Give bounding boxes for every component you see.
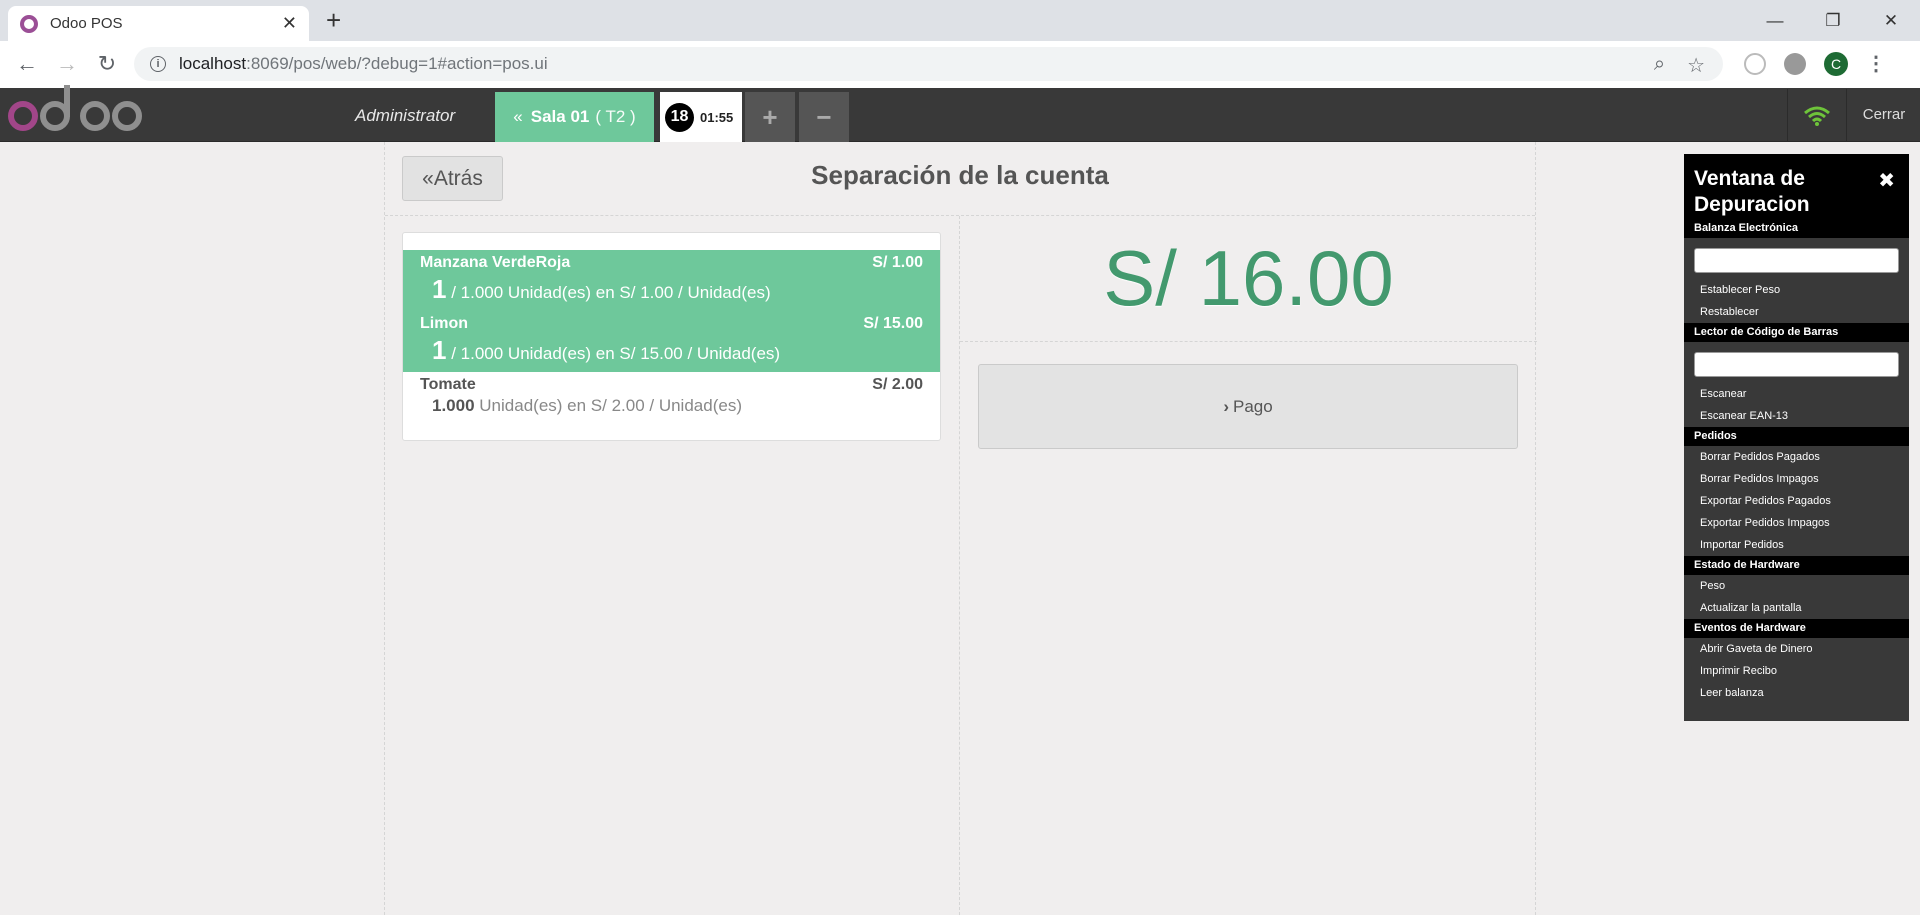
wifi-icon xyxy=(1804,106,1830,126)
split-bill-screen: « Atrás Separación de la cuenta Manzana … xyxy=(384,142,1537,915)
pos-header: Administrator « Sala 01 ( T2 ) 18 01:55 … xyxy=(0,85,1920,142)
selected-quantity: 1 xyxy=(432,274,447,304)
url-host: localhost xyxy=(179,54,247,73)
browser-tabstrip: Odoo POS ✕ + — ❐ ✕ xyxy=(0,0,1920,41)
barcode-input[interactable] xyxy=(1694,352,1899,377)
line-info: / 1.000 Unidad(es) en S/ 1.00 / Unidad(e… xyxy=(451,283,771,302)
close-pos-button[interactable]: Cerrar xyxy=(1848,106,1920,123)
profile-avatar[interactable]: C xyxy=(1824,51,1848,76)
weight-status-button[interactable]: Peso xyxy=(1684,575,1909,597)
split-total: S/ 16.00 xyxy=(960,216,1537,342)
chevron-right-icon: › xyxy=(1223,396,1229,416)
debug-category-hw-status: Estado de Hardware xyxy=(1684,556,1909,575)
new-tab-icon[interactable]: + xyxy=(326,7,341,33)
reload-icon[interactable]: ↻ xyxy=(93,50,121,78)
pay-label: Pago xyxy=(1232,396,1273,416)
close-window-icon[interactable]: ✕ xyxy=(1862,0,1920,41)
export-paid-orders-button[interactable]: Exportar Pedidos Pagados xyxy=(1684,490,1909,512)
orderlines-pane: Manzana VerdeRoja S/ 1.00 1 / 1.000 Unid… xyxy=(385,216,960,915)
menu-kebab-icon[interactable]: ⋮ xyxy=(1866,51,1886,76)
forward-arrow-icon[interactable]: → xyxy=(53,50,81,78)
minus-icon: − xyxy=(816,101,832,132)
read-scale-button[interactable]: Leer balanza xyxy=(1684,682,1909,704)
browser-toolbar: ← → ↻ i localhost:8069/pos/web/?debug=1#… xyxy=(0,41,1920,88)
line-info: / 1.000 Unidad(es) en S/ 15.00 / Unidad(… xyxy=(451,344,781,363)
pay-button[interactable]: › Pago xyxy=(978,364,1518,449)
close-tab-icon[interactable]: ✕ xyxy=(282,13,297,34)
import-orders-button[interactable]: Importar Pedidos xyxy=(1684,534,1909,556)
debug-category-hw-events: Eventos de Hardware xyxy=(1684,619,1909,638)
reset-weight-button[interactable]: Restablecer xyxy=(1684,301,1909,323)
debug-title: Ventana de Depuracion xyxy=(1684,154,1909,222)
product-name: Limon xyxy=(420,315,468,332)
scan-ean13-button[interactable]: Escanear EAN-13 xyxy=(1684,405,1909,427)
debug-category-barcode: Lector de Código de Barras xyxy=(1684,323,1909,342)
order-time: 01:55 xyxy=(700,109,734,125)
url-path: :8069/pos/web/?debug=1#action=pos.ui xyxy=(246,54,548,73)
line-quantity: 1.000 xyxy=(432,396,475,415)
plus-icon: + xyxy=(762,101,778,132)
set-weight-button[interactable]: Establecer Peso xyxy=(1684,279,1909,301)
floor-back-button[interactable]: « Sala 01 ( T2 ) xyxy=(495,92,654,142)
page-title: Separación de la cuenta xyxy=(811,160,1109,190)
odoo-favicon-icon xyxy=(20,14,38,33)
delete-unpaid-orders-button[interactable]: Borrar Pedidos Impagos xyxy=(1684,468,1909,490)
tab-title: Odoo POS xyxy=(50,15,123,32)
debug-window: Ventana de Depuracion ✖ Balanza Electrón… xyxy=(1684,154,1909,721)
wifi-status[interactable] xyxy=(1787,89,1847,142)
floor-name: Sala 01 xyxy=(530,107,590,126)
line-price: S/ 2.00 xyxy=(872,376,923,393)
browser-tab[interactable]: Odoo POS ✕ xyxy=(8,6,309,41)
extension-icon[interactable] xyxy=(1744,52,1766,75)
username[interactable]: Administrator xyxy=(355,106,455,126)
print-receipt-button[interactable]: Imprimir Recibo xyxy=(1684,660,1909,682)
close-debug-icon[interactable]: ✖ xyxy=(1878,168,1895,193)
window-controls: — ❐ ✕ xyxy=(1746,0,1920,41)
table-name: ( T2 ) xyxy=(595,107,636,126)
scan-button[interactable]: Escanear xyxy=(1684,383,1909,405)
line-info: Unidad(es) en S/ 2.00 / Unidad(es) xyxy=(479,396,742,415)
orderlines-list: Manzana VerdeRoja S/ 1.00 1 / 1.000 Unid… xyxy=(402,232,941,441)
selected-quantity: 1 xyxy=(432,335,447,365)
line-price: S/ 1.00 xyxy=(872,254,923,271)
minimize-icon[interactable]: — xyxy=(1746,0,1804,41)
export-unpaid-orders-button[interactable]: Exportar Pedidos Impagos xyxy=(1684,512,1909,534)
order-tab[interactable]: 18 01:55 xyxy=(660,92,742,142)
screen-top: « Atrás Separación de la cuenta xyxy=(385,142,1535,216)
order-sequence: 18 xyxy=(665,102,694,132)
delete-order-button[interactable]: − xyxy=(799,92,849,142)
product-name: Manzana VerdeRoja xyxy=(420,254,571,271)
info-icon[interactable]: i xyxy=(150,56,166,72)
delete-paid-orders-button[interactable]: Borrar Pedidos Pagados xyxy=(1684,446,1909,468)
restore-icon[interactable]: ❐ xyxy=(1804,0,1862,41)
orderline[interactable]: Manzana VerdeRoja S/ 1.00 1 / 1.000 Unid… xyxy=(403,250,940,311)
odoo-logo xyxy=(8,85,142,138)
open-cashbox-button[interactable]: Abrir Gaveta de Dinero xyxy=(1684,638,1909,660)
bookmark-star-icon[interactable]: ☆ xyxy=(1687,53,1705,78)
zoom-icon[interactable]: ⌕ xyxy=(1654,53,1665,78)
payment-pane: S/ 16.00 › Pago xyxy=(960,216,1537,915)
double-chevron-left-icon: « xyxy=(513,107,523,126)
weight-input[interactable] xyxy=(1694,248,1899,273)
back-arrow-icon[interactable]: ← xyxy=(13,50,41,78)
line-price: S/ 15.00 xyxy=(863,315,923,332)
debug-category-scale: Balanza Electrónica xyxy=(1684,222,1909,238)
add-order-button[interactable]: + xyxy=(745,92,795,142)
debug-category-orders: Pedidos xyxy=(1684,427,1909,446)
orderline[interactable]: Limon S/ 15.00 1 / 1.000 Unidad(es) en S… xyxy=(403,311,940,372)
extension-icon[interactable] xyxy=(1784,52,1806,75)
product-name: Tomate xyxy=(420,376,476,393)
address-bar[interactable]: i localhost:8069/pos/web/?debug=1#action… xyxy=(134,47,1723,81)
orderline[interactable]: Tomate S/ 2.00 1.000 Unidad(es) en S/ 2.… xyxy=(403,372,940,422)
refresh-display-button[interactable]: Actualizar la pantalla xyxy=(1684,597,1909,619)
